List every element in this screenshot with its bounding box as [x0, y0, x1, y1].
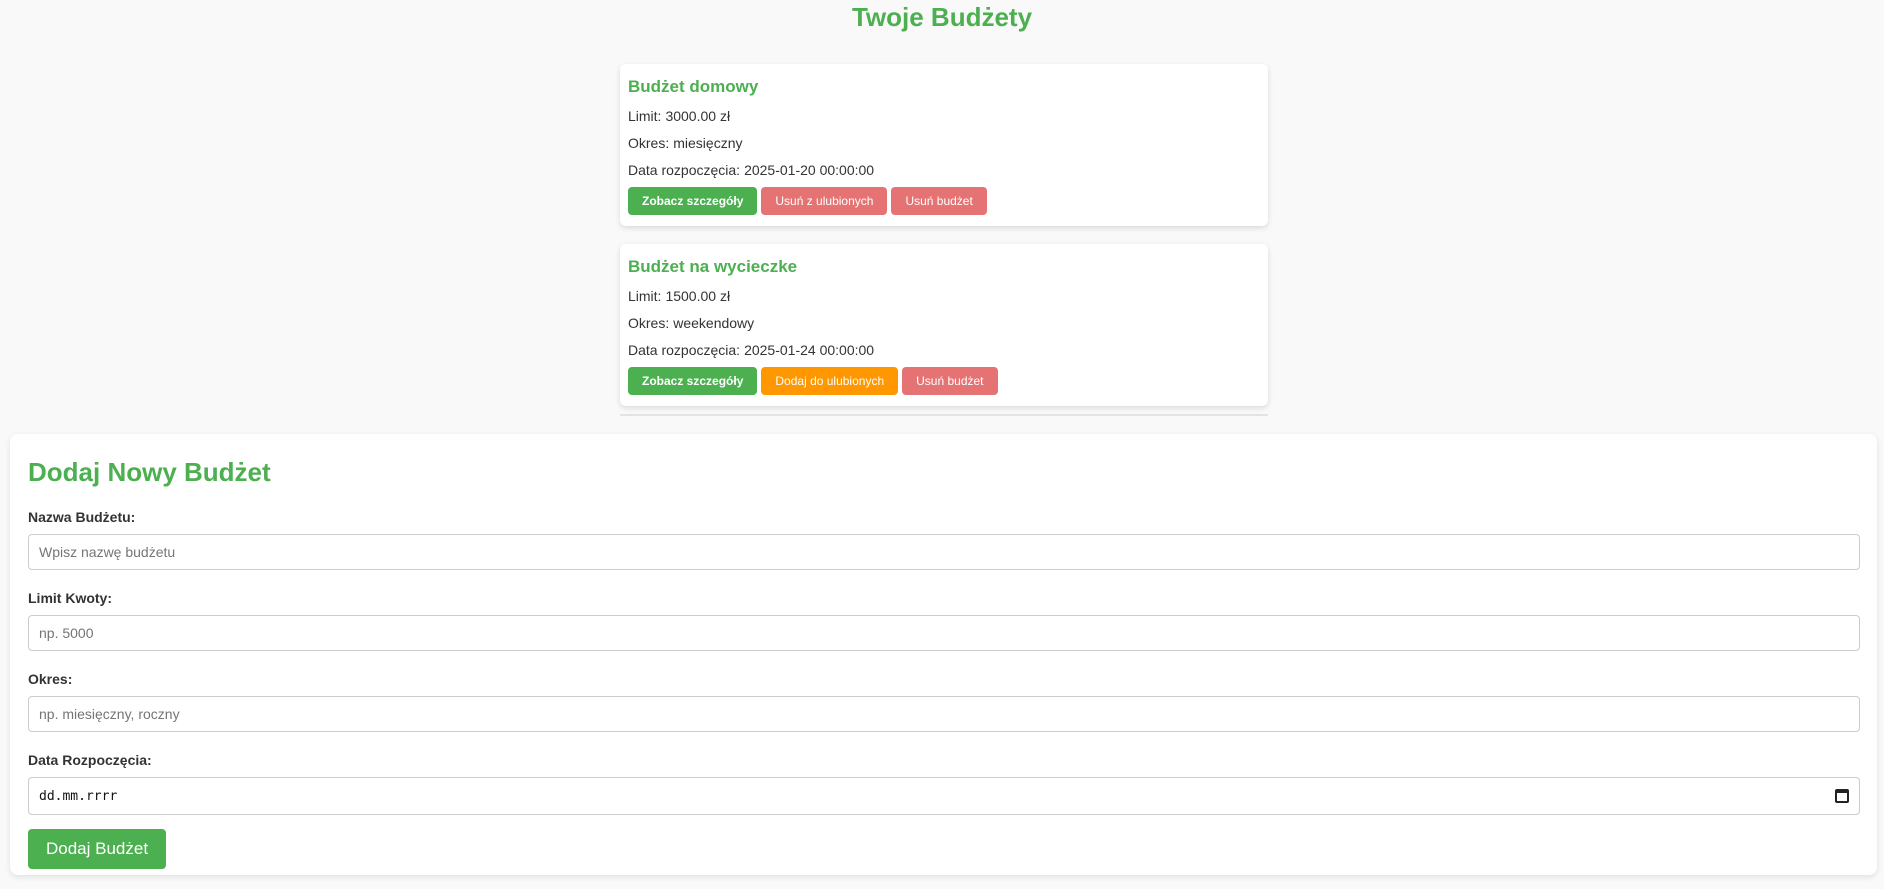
budget-limit-label: Limit Kwoty:: [28, 590, 112, 606]
budget-name: Budżet domowy: [628, 77, 759, 96]
budget-period: Okres: weekendowy: [628, 313, 1260, 333]
add-favorite-button[interactable]: Dodaj do ulubionych: [761, 367, 899, 395]
budget-limit-value: 3000.00 zł: [665, 108, 731, 124]
view-details-button[interactable]: Zobacz szczegóły: [628, 367, 758, 395]
budget-start-value: 2025-01-24 00:00:00: [744, 342, 875, 358]
budget-limit-value: 1500.00 zł: [665, 288, 731, 304]
calendar-icon[interactable]: [1835, 789, 1849, 803]
delete-budget-button[interactable]: Usuń budżet: [902, 367, 998, 395]
budget-limit-label: Limit:: [628, 108, 662, 124]
page-title: Twoje Budżety: [851, 2, 1033, 32]
budget-name-label: Nazwa Budżetu:: [28, 509, 136, 525]
budget-name-input[interactable]: [28, 534, 1860, 570]
budget-card: Budżet na wycieczke Limit: 1500.00 zł Okr…: [620, 244, 1268, 406]
budget-limit-label: Limit:: [628, 288, 662, 304]
budget-start-date-label: Data Rozpoczęcia:: [28, 752, 152, 768]
start-date-input[interactable]: dd.mm.rrrr: [28, 777, 1860, 815]
budget-limit-input[interactable]: [28, 615, 1860, 651]
add-budget-button[interactable]: Dodaj Budżet: [28, 829, 167, 869]
add-budget-form: Dodaj Nowy Budżet Nazwa Budżetu: Limit K…: [10, 434, 1877, 875]
budget-limit: Limit: 1500.00 zł: [628, 286, 1260, 306]
budget-card: Budżet domowy Limit: 3000.00 zł Okres: mie…: [620, 64, 1268, 226]
budget-period-label: Okres:: [628, 315, 670, 331]
budget-actions: Zobacz szczegóły Usuń z ulubionych Usuń …: [628, 187, 1260, 215]
budget-period-label: Okres:: [628, 135, 670, 151]
budget-period: Okres: miesięczny: [628, 133, 1260, 153]
list-divider: [620, 414, 1268, 416]
budget-start-value: 2025-01-20 00:00:00: [744, 162, 875, 178]
budget-period-label: Okres:: [28, 671, 73, 687]
budget-period-value: weekendowy: [673, 315, 755, 331]
budget-limit: Limit: 3000.00 zł: [628, 106, 1260, 126]
budget-name: Budżet na wycieczke: [628, 257, 798, 276]
form-title: Dodaj Nowy Budżet: [28, 457, 271, 487]
delete-budget-button[interactable]: Usuń budżet: [891, 187, 987, 215]
budget-period-input[interactable]: [28, 696, 1860, 732]
view-details-button[interactable]: Zobacz szczegóły: [628, 187, 758, 215]
date-placeholder: dd.mm.rrrr: [39, 788, 118, 804]
budget-actions: Zobacz szczegóły Dodaj do ulubionych Usu…: [628, 367, 1260, 395]
budget-start-label: Data rozpoczęcia:: [628, 342, 741, 358]
remove-favorite-button[interactable]: Usuń z ulubionych: [761, 187, 888, 215]
budget-start-date: Data rozpoczęcia: 2025-01-20 00:00:00: [628, 160, 1260, 180]
budget-list: Budżet domowy Limit: 3000.00 zł Okres: mie…: [620, 64, 1268, 424]
budget-start-label: Data rozpoczęcia:: [628, 162, 741, 178]
budget-start-date: Data rozpoczęcia: 2025-01-24 00:00:00: [628, 340, 1260, 360]
budget-period-value: miesięczny: [673, 135, 743, 151]
